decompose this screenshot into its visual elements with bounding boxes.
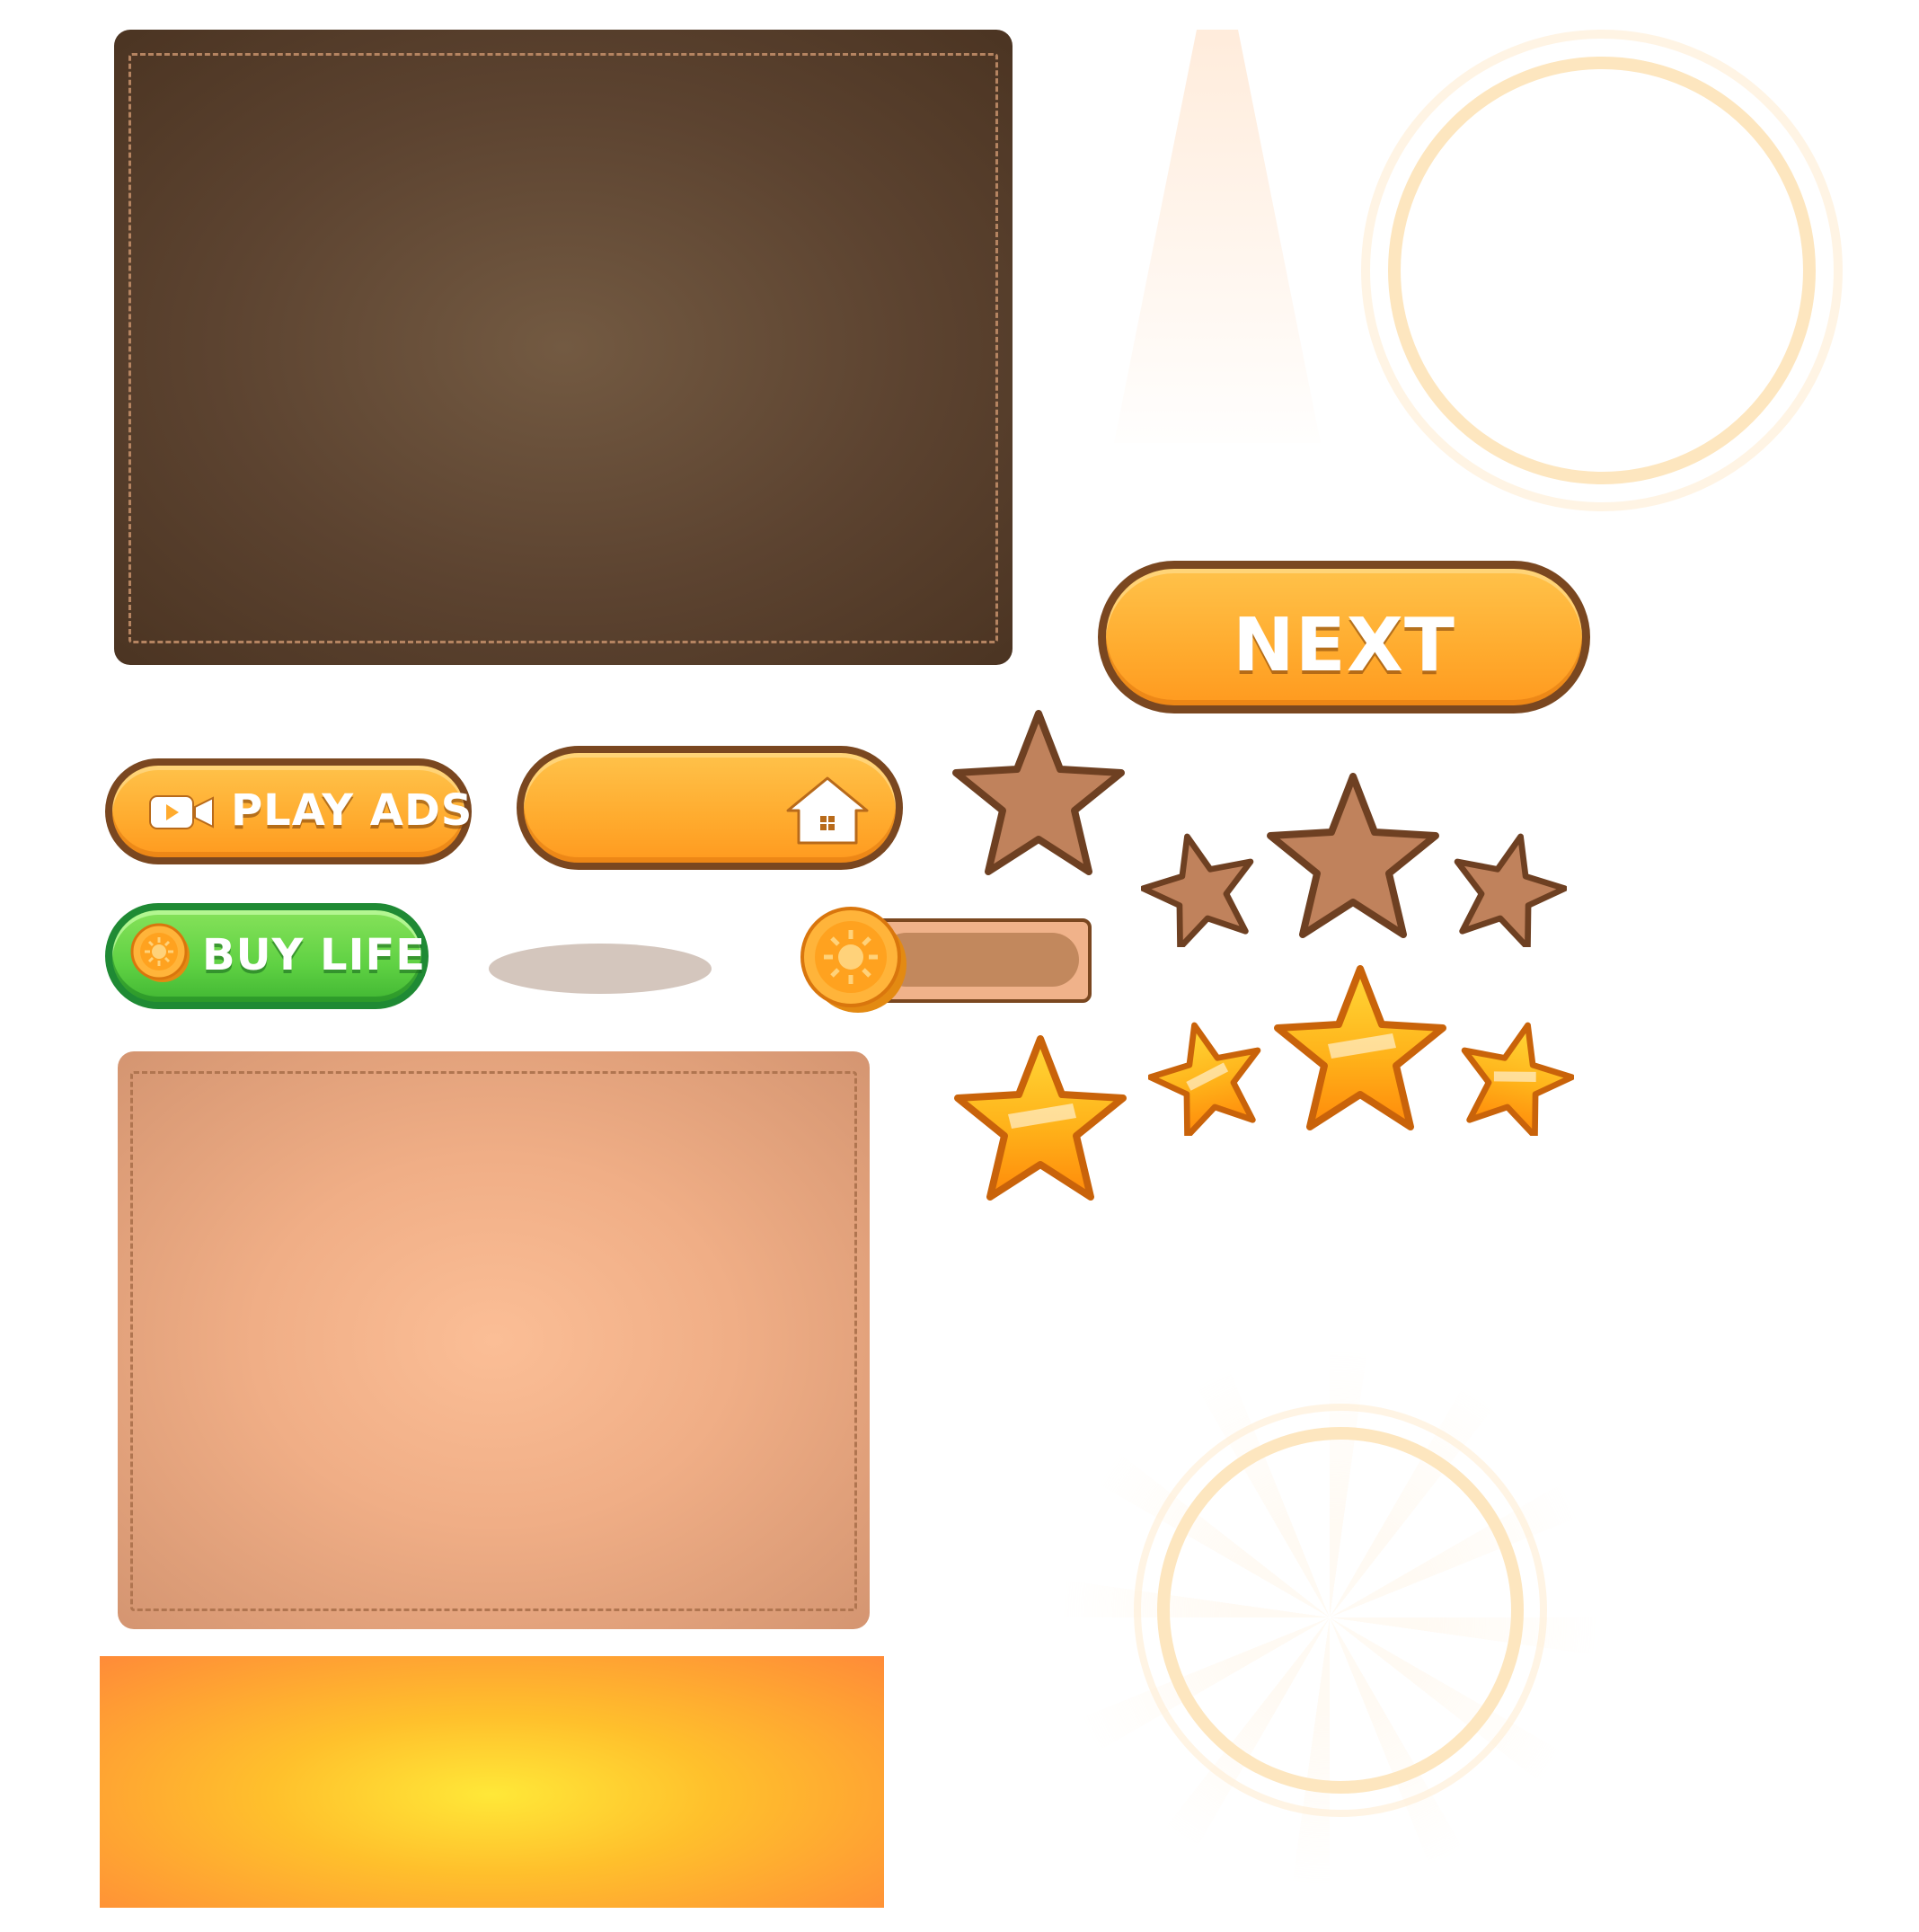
- home-button[interactable]: [517, 746, 903, 870]
- play-ads-button[interactable]: PLAY ADS: [105, 758, 472, 864]
- buy-life-label: BUY LIFE: [202, 930, 427, 980]
- slider-fill: [880, 933, 1079, 987]
- play-ads-label: PLAY ADS: [231, 785, 473, 836]
- home-icon: [786, 776, 869, 845]
- coin-icon: [130, 923, 190, 982]
- rating-star-empty-right: [1454, 833, 1567, 947]
- rating-star-filled-right: [1461, 1022, 1574, 1136]
- dark-panel: [114, 30, 1013, 665]
- rating-star-filled-center: [1274, 965, 1446, 1130]
- next-button[interactable]: NEXT: [1098, 561, 1590, 713]
- light-ray: [1114, 30, 1321, 443]
- rating-star-filled-left: [1148, 1022, 1261, 1136]
- rating-star-empty-center: [1267, 773, 1439, 938]
- slider-coin-handle[interactable]: [795, 903, 908, 1016]
- star-icon-empty: [952, 710, 1125, 875]
- orange-gradient-banner: [100, 1656, 884, 1908]
- video-camera-icon: [149, 795, 214, 829]
- buy-life-button[interactable]: BUY LIFE: [105, 903, 429, 1009]
- glow-ring-bottom: [1134, 1404, 1547, 1817]
- glow-ring-top: [1361, 30, 1843, 511]
- dark-panel-stitch: [128, 53, 998, 643]
- rating-star-empty-left: [1141, 833, 1254, 947]
- light-panel: [118, 1051, 870, 1629]
- drop-shadow: [489, 944, 712, 994]
- star-icon-filled: [954, 1035, 1127, 1201]
- next-button-label: NEXT: [1233, 603, 1455, 688]
- light-panel-stitch: [130, 1071, 857, 1611]
